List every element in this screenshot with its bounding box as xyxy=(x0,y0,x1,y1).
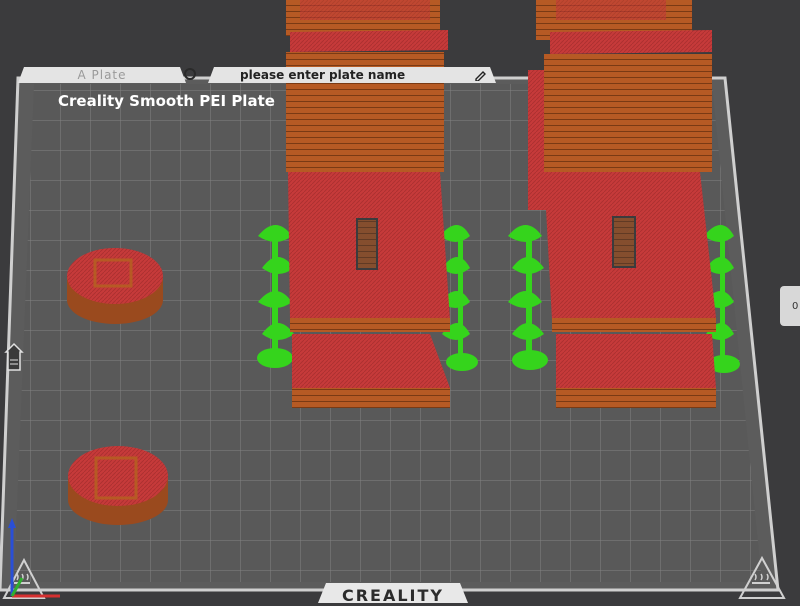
pencil-icon[interactable] xyxy=(474,69,488,81)
printed-part[interactable] xyxy=(528,0,716,408)
plate-name-field[interactable]: please enter plate name xyxy=(208,67,496,83)
side-panel-toggle-button[interactable]: 0 xyxy=(780,286,800,326)
printed-part[interactable] xyxy=(286,0,450,408)
round-part[interactable] xyxy=(67,248,163,324)
round-part[interactable] xyxy=(68,446,168,525)
circle-icon[interactable] xyxy=(184,68,196,80)
3d-viewport[interactable] xyxy=(0,0,800,600)
brand-logo: CREALITY xyxy=(318,583,468,603)
plate-tab[interactable]: A Plate xyxy=(18,67,186,83)
bed-type-label: Creality Smooth PEI Plate xyxy=(58,92,275,110)
